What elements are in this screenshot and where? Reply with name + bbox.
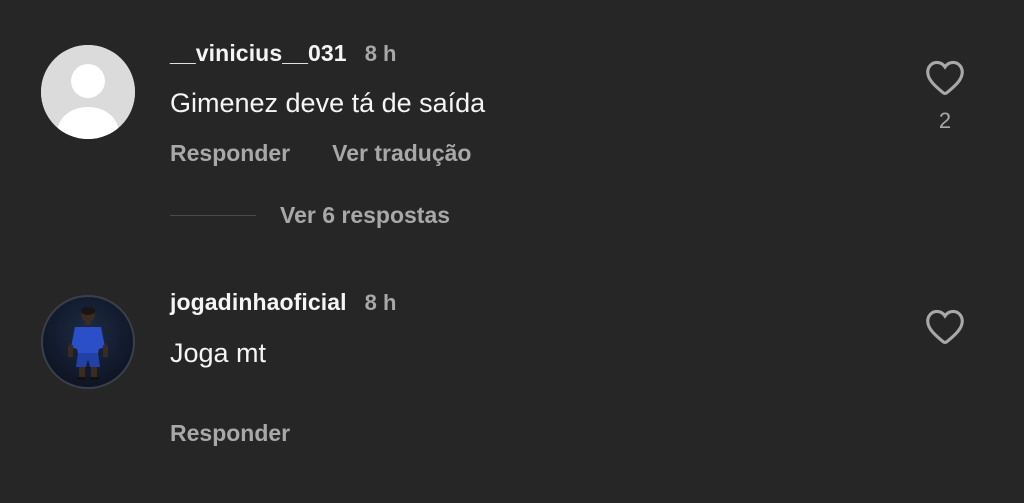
username[interactable]: __vinicius__031: [170, 40, 347, 67]
comment-actions: Responder Ver tradução: [170, 140, 513, 167]
comment-text: Joga mt: [170, 338, 267, 368]
comments-panel: __vinicius__031 8 h Gimenez deve tá de s…: [0, 0, 1024, 503]
username[interactable]: jogadinhaoficial: [170, 289, 347, 316]
view-replies-button[interactable]: Ver 6 respostas: [170, 202, 450, 229]
like-count: 2: [938, 108, 952, 133]
comment-header: jogadinhaoficial 8 h: [170, 289, 396, 319]
view-replies-label: Ver 6 respostas: [280, 202, 451, 228]
default-avatar-icon: [41, 45, 135, 139]
reply-button[interactable]: Responder: [170, 420, 290, 447]
avatar[interactable]: [41, 45, 135, 139]
like-control: [921, 307, 969, 345]
translate-button[interactable]: Ver tradução: [332, 140, 471, 167]
avatar[interactable]: [41, 295, 135, 389]
reply-button[interactable]: Responder: [170, 140, 290, 167]
timestamp: 8 h: [364, 290, 397, 315]
like-control: 2: [921, 58, 969, 134]
comment-text: Gimenez deve tá de saída: [170, 88, 486, 118]
player-figure-icon: [68, 307, 108, 380]
comment-actions: Responder: [170, 420, 332, 447]
timestamp: 8 h: [364, 41, 397, 66]
heart-icon[interactable]: [921, 58, 969, 96]
replies-divider: [170, 215, 256, 216]
heart-icon[interactable]: [921, 307, 969, 345]
comment-header: __vinicius__031 8 h: [170, 40, 396, 70]
